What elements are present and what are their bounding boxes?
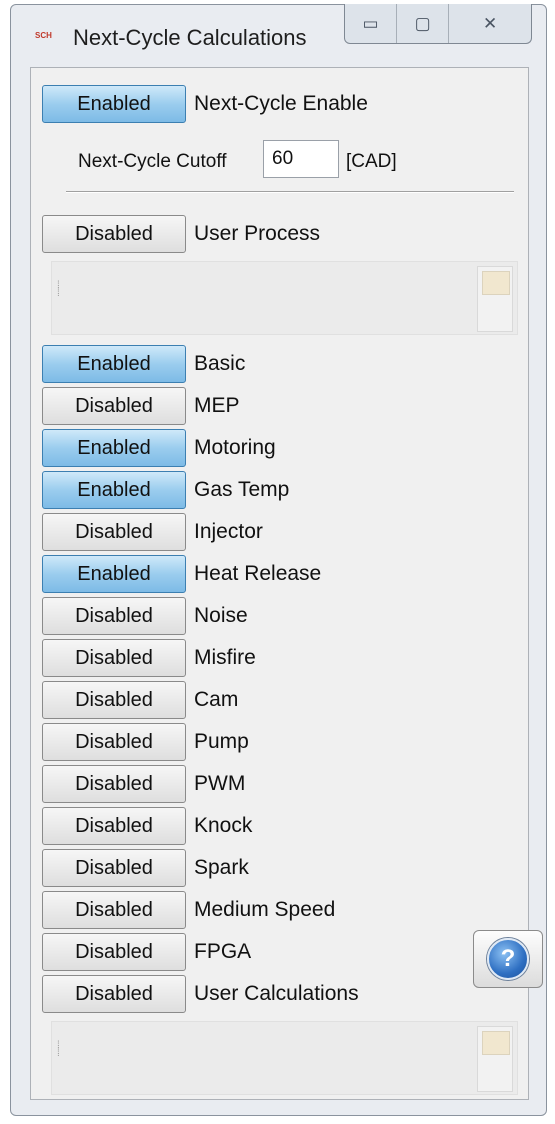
next-cycle-enable-label: Next-Cycle Enable	[194, 92, 368, 115]
cutoff-label: Next-Cycle Cutoff	[78, 151, 227, 172]
next-cycle-enable-button[interactable]: Enabled	[42, 85, 186, 123]
mep-toggle-button[interactable]: Disabled	[42, 387, 186, 425]
window-controls: ▭ ▢ ✕	[344, 4, 532, 44]
maximize-icon: ▢	[414, 13, 431, 33]
noise-label: Noise	[194, 604, 248, 627]
knock-label: Knock	[194, 814, 253, 837]
app-logo-icon: SCH	[35, 31, 52, 40]
pwm-label: PWM	[194, 772, 246, 795]
user-process-button[interactable]: Disabled	[42, 215, 186, 253]
fpga-toggle-button[interactable]: Disabled	[42, 933, 186, 971]
cam-toggle-button[interactable]: Disabled	[42, 681, 186, 719]
heat-release-toggle-button[interactable]: Enabled	[42, 555, 186, 593]
basic-toggle-button[interactable]: Enabled	[42, 345, 186, 383]
main-content: Enabled Next-Cycle Enable Next-Cycle Cut…	[30, 67, 543, 1100]
spark-label: Spark	[194, 856, 249, 879]
scroll-thumb[interactable]	[482, 1031, 510, 1055]
cam-label: Cam	[194, 688, 239, 711]
user-calculations-label: User Calculations	[194, 982, 359, 1005]
spark-toggle-button[interactable]: Disabled	[42, 849, 186, 887]
cutoff-input[interactable]: 60	[263, 140, 339, 178]
noise-toggle-button[interactable]: Disabled	[42, 597, 186, 635]
knock-toggle-button[interactable]: Disabled	[42, 807, 186, 845]
cutoff-unit: [CAD]	[346, 151, 397, 172]
scroll-thumb[interactable]	[482, 271, 510, 295]
fpga-label: FPGA	[194, 940, 252, 963]
user-calculations-panel: ⁞ ⁞	[51, 1021, 518, 1095]
user-calculations-toggle-button[interactable]: Disabled	[42, 975, 186, 1013]
motoring-label: Motoring	[194, 436, 276, 459]
drag-grip-icon[interactable]: ⁞ ⁞	[57, 281, 65, 316]
mep-label: MEP	[194, 394, 240, 417]
pump-toggle-button[interactable]: Disabled	[42, 723, 186, 761]
gas-temp-label: Gas Temp	[194, 478, 290, 501]
heat-release-label: Heat Release	[194, 562, 322, 585]
misfire-label: Misfire	[194, 646, 256, 669]
drag-grip-icon[interactable]: ⁞ ⁞	[57, 1041, 65, 1076]
maximize-button[interactable]: ▢	[396, 4, 448, 43]
help-question-icon: ?	[487, 938, 529, 980]
panel-scrollbar[interactable]	[477, 1026, 513, 1092]
title-bar[interactable]: SCH Next-Cycle Calculations ▭ ▢ ✕	[11, 4, 546, 65]
next-cycle-window: SCH Next-Cycle Calculations ▭ ▢ ✕ Enable…	[10, 4, 547, 1116]
pwm-toggle-button[interactable]: Disabled	[42, 765, 186, 803]
medium-speed-toggle-button[interactable]: Disabled	[42, 891, 186, 929]
user-process-label: User Process	[194, 222, 321, 245]
minimize-icon: ▭	[362, 13, 379, 33]
medium-speed-label: Medium Speed	[194, 898, 336, 921]
close-button[interactable]: ✕	[448, 4, 531, 43]
injector-label: Injector	[194, 520, 263, 543]
help-button[interactable]: ?	[473, 930, 543, 988]
user-process-panel: ⁞ ⁞	[51, 261, 518, 335]
divider	[66, 191, 514, 193]
window-title: Next-Cycle Calculations	[73, 25, 307, 50]
misfire-toggle-button[interactable]: Disabled	[42, 639, 186, 677]
pump-label: Pump	[194, 730, 249, 753]
close-icon: ✕	[482, 13, 498, 33]
basic-label: Basic	[194, 352, 246, 375]
injector-toggle-button[interactable]: Disabled	[42, 513, 186, 551]
minimize-button[interactable]: ▭	[345, 4, 396, 43]
gas-temp-toggle-button[interactable]: Enabled	[42, 471, 186, 509]
motoring-toggle-button[interactable]: Enabled	[42, 429, 186, 467]
panel-scrollbar[interactable]	[477, 266, 513, 332]
